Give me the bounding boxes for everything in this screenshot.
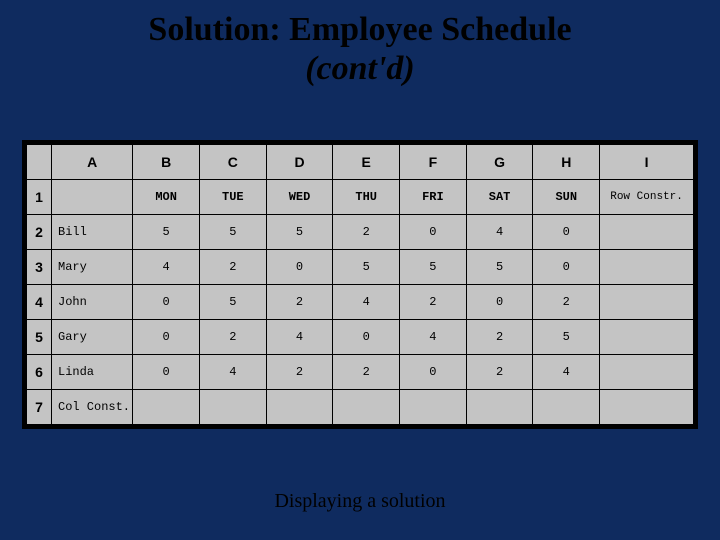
- cell-H1: SUN: [533, 180, 600, 215]
- cell-A2: Bill: [52, 215, 133, 250]
- cell-E7: [333, 390, 400, 425]
- rowhead-7: 7: [27, 390, 52, 425]
- cell-A3: Mary: [52, 250, 133, 285]
- cell-G6: 2: [466, 355, 533, 390]
- cell-D3: 0: [266, 250, 333, 285]
- caption: Displaying a solution: [0, 490, 720, 513]
- cell-I6: [600, 355, 694, 390]
- row-5-gary: 5 Gary 0 2 4 0 4 2 5: [27, 320, 694, 355]
- cell-B6: 0: [133, 355, 200, 390]
- cell-E3: 5: [333, 250, 400, 285]
- cell-I5: [600, 320, 694, 355]
- cell-C6: 4: [199, 355, 266, 390]
- cell-F7: [400, 390, 467, 425]
- colhead-H: H: [533, 145, 600, 180]
- cell-C1: TUE: [199, 180, 266, 215]
- cell-C3: 2: [199, 250, 266, 285]
- row-6-linda: 6 Linda 0 4 2 2 0 2 4: [27, 355, 694, 390]
- cell-I7: [600, 390, 694, 425]
- schedule-table: A B C D E F G H I 1 MON TUE WED: [26, 144, 694, 425]
- cell-F6: 0: [400, 355, 467, 390]
- cell-B4: 0: [133, 285, 200, 320]
- title-line1: Solution: Employee Schedule: [148, 11, 571, 48]
- rowhead-3: 3: [27, 250, 52, 285]
- colhead-C: C: [199, 145, 266, 180]
- cell-A4: John: [52, 285, 133, 320]
- cell-F5: 4: [400, 320, 467, 355]
- cell-C7: [199, 390, 266, 425]
- cell-E6: 2: [333, 355, 400, 390]
- colhead-E: E: [333, 145, 400, 180]
- cell-F1: FRI: [400, 180, 467, 215]
- cell-E5: 0: [333, 320, 400, 355]
- cell-D1: WED: [266, 180, 333, 215]
- cell-B2: 5: [133, 215, 200, 250]
- cell-I3: [600, 250, 694, 285]
- cell-D7: [266, 390, 333, 425]
- cell-I4: [600, 285, 694, 320]
- cell-C5: 2: [199, 320, 266, 355]
- row-4-john: 4 John 0 5 2 4 2 0 2: [27, 285, 694, 320]
- cell-D6: 2: [266, 355, 333, 390]
- cell-C4: 5: [199, 285, 266, 320]
- title-line2: (cont'd): [305, 50, 415, 87]
- cell-D4: 2: [266, 285, 333, 320]
- cell-E2: 2: [333, 215, 400, 250]
- cell-A5: Gary: [52, 320, 133, 355]
- cell-G4: 0: [466, 285, 533, 320]
- rowhead-4: 4: [27, 285, 52, 320]
- cell-I2: [600, 215, 694, 250]
- cell-H4: 2: [533, 285, 600, 320]
- rowhead-2: 2: [27, 215, 52, 250]
- column-header-row: A B C D E F G H I: [27, 145, 694, 180]
- colhead-D: D: [266, 145, 333, 180]
- cell-B5: 0: [133, 320, 200, 355]
- corner-cell: [27, 145, 52, 180]
- cell-G2: 4: [466, 215, 533, 250]
- cell-G1: SAT: [466, 180, 533, 215]
- rowhead-5: 5: [27, 320, 52, 355]
- cell-C2: 5: [199, 215, 266, 250]
- slide: Solution: Employee Schedule (cont'd) A B…: [0, 0, 720, 540]
- row-7-colconst: 7 Col Const.: [27, 390, 694, 425]
- rowhead-6: 6: [27, 355, 52, 390]
- slide-title: Solution: Employee Schedule (cont'd): [0, 0, 720, 88]
- colhead-A: A: [52, 145, 133, 180]
- rowhead-1: 1: [27, 180, 52, 215]
- cell-H6: 4: [533, 355, 600, 390]
- cell-I1: Row Constr.: [600, 180, 694, 215]
- row-1-days: 1 MON TUE WED THU FRI SAT SUN Row Constr…: [27, 180, 694, 215]
- cell-B3: 4: [133, 250, 200, 285]
- row-3-mary: 3 Mary 4 2 0 5 5 5 0: [27, 250, 694, 285]
- cell-A6: Linda: [52, 355, 133, 390]
- colhead-F: F: [400, 145, 467, 180]
- colhead-B: B: [133, 145, 200, 180]
- colhead-G: G: [466, 145, 533, 180]
- spreadsheet: A B C D E F G H I 1 MON TUE WED: [22, 140, 698, 429]
- cell-B7: [133, 390, 200, 425]
- cell-A1: [52, 180, 133, 215]
- cell-G5: 2: [466, 320, 533, 355]
- cell-F3: 5: [400, 250, 467, 285]
- row-2-bill: 2 Bill 5 5 5 2 0 4 0: [27, 215, 694, 250]
- cell-G3: 5: [466, 250, 533, 285]
- cell-D5: 4: [266, 320, 333, 355]
- cell-D2: 5: [266, 215, 333, 250]
- colhead-I: I: [600, 145, 694, 180]
- cell-G7: [466, 390, 533, 425]
- cell-H2: 0: [533, 215, 600, 250]
- cell-F2: 0: [400, 215, 467, 250]
- cell-E1: THU: [333, 180, 400, 215]
- cell-B1: MON: [133, 180, 200, 215]
- cell-H3: 0: [533, 250, 600, 285]
- cell-F4: 2: [400, 285, 467, 320]
- cell-E4: 4: [333, 285, 400, 320]
- cell-H7: [533, 390, 600, 425]
- cell-H5: 5: [533, 320, 600, 355]
- cell-A7: Col Const.: [52, 390, 133, 425]
